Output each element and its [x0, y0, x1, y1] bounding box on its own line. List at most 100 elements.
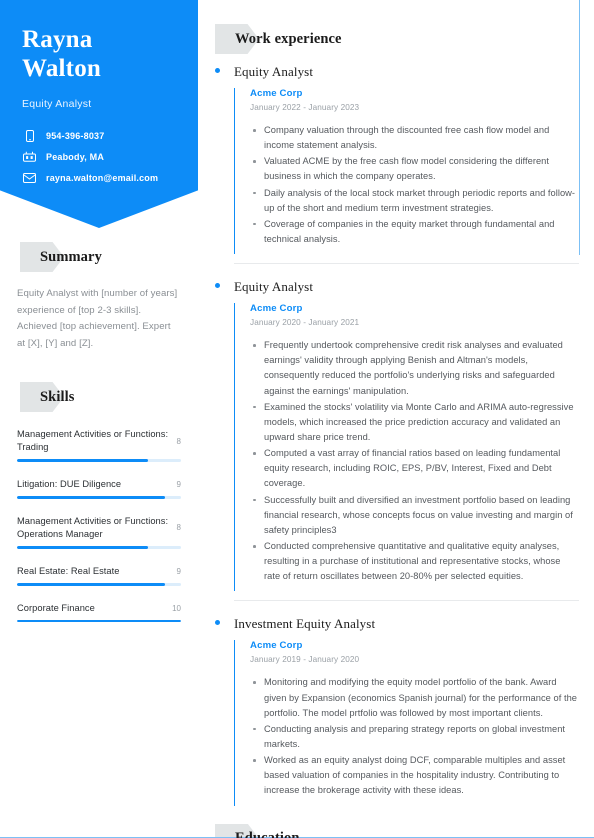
summary-heading-label: Summary — [40, 248, 102, 265]
skill-name: Litigation: DUE Diligence — [17, 478, 122, 489]
entry-company[interactable]: Acme Corp — [250, 640, 579, 651]
envelope-icon — [22, 171, 37, 184]
summary-section: Summary Equity Analyst with [number of y… — [17, 242, 181, 352]
contact-email[interactable]: rayna.walton@email.com — [22, 171, 178, 184]
skill-bar-fill — [17, 459, 149, 462]
education-heading-label: Education — [235, 830, 300, 838]
entry-bullet: Coverage of companies in the equity mark… — [250, 217, 579, 247]
skill-bar-fill — [17, 496, 165, 499]
entry-divider — [234, 600, 579, 602]
entry-bullet: Conducted comprehensive quantitative and… — [250, 539, 579, 584]
skill-bar-fill — [17, 582, 165, 586]
entry-bullets: Monitoring and modifying the equity mode… — [250, 675, 579, 798]
entry-bullet: Valuated ACME by the free cash flow mode… — [250, 154, 579, 184]
skill-name: Management Activities or Functions: Trad… — [17, 429, 169, 453]
entry-bullet: Worked as an equity analyst doing DCF, c… — [250, 753, 579, 798]
entry-dates: January 2020 - January 2021 — [250, 318, 360, 328]
entry-dates: January 2019 - January 2020 — [250, 655, 360, 665]
sidebar: Rayna Walton Equity Analyst 954-396-8037 — [0, 0, 198, 838]
skill-item: Litigation: DUE Diligence 9 — [17, 478, 181, 499]
entry-bullets: Company valuation through the discounted… — [250, 123, 579, 247]
entry-title: Equity Analyst — [234, 279, 314, 295]
skill-header: Litigation: DUE Diligence 9 — [17, 478, 181, 491]
skills-heading: Skills — [20, 382, 181, 412]
candidate-job-title: Equity Analyst — [22, 98, 92, 110]
contact-location-value: Peabody, MA — [46, 151, 105, 162]
skill-name: Corporate Finance — [17, 602, 95, 613]
entry-bullet: Company valuation through the discounted… — [250, 123, 579, 153]
candidate-name: Rayna Walton — [22, 26, 178, 83]
skill-item: Corporate Finance 10 — [17, 602, 181, 623]
sidebar-sections: Summary Equity Analyst with [number of y… — [0, 242, 198, 623]
contact-list: 954-396-8037 Peabody, MA rayna.walton@em… — [22, 129, 178, 184]
entry-company[interactable]: Acme Corp — [250, 88, 579, 99]
skill-header: Management Activities or Functions: Trad… — [17, 428, 181, 454]
work-experience-heading: Work experience — [215, 24, 579, 54]
skills-heading-label: Skills — [40, 388, 75, 405]
entry-bullet: Conducting analysis and preparing strate… — [250, 722, 579, 752]
work-experience-heading-label: Work experience — [235, 30, 342, 47]
skill-score: 9 — [176, 566, 181, 576]
phone-icon — [22, 129, 37, 142]
skill-header: Real Estate: Real Estate 9 — [17, 565, 181, 578]
skill-score: 10 — [172, 603, 181, 613]
first-name: Rayna — [22, 26, 93, 53]
entry-bullet: Computed a vast array of financial ratio… — [250, 446, 579, 491]
skill-score: 8 — [176, 436, 181, 446]
summary-heading: Summary — [20, 242, 181, 272]
entry-dates: January 2022 - January 2023 — [250, 103, 360, 112]
resume-page: Rayna Walton Equity Analyst 954-396-8037 — [0, 0, 594, 838]
entry-company[interactable]: Acme Corp — [250, 303, 579, 314]
skill-bar-fill — [17, 619, 181, 623]
page-right-rule — [579, 0, 580, 255]
entry-title-row: Equity Analyst — [215, 64, 579, 80]
experience-entry: Investment Equity Analyst Acme Corp Januar… — [215, 610, 579, 806]
work-experience-list: Equity Analyst Acme Corp January 2022 - Ja… — [215, 58, 579, 806]
entry-body: Acme Corp January 2019 - January 2020 Moni… — [234, 640, 579, 806]
skill-header: Management Activities or Functions: Oper… — [17, 515, 181, 541]
profile-header: Rayna Walton Equity Analyst 954-396-8037 — [0, 0, 198, 228]
skill-score: 8 — [176, 523, 181, 533]
summary-text: Equity Analyst with [number of years] ex… — [17, 288, 178, 349]
entry-title-row: Equity Analyst — [215, 279, 579, 295]
skill-name: Management Activities or Functions: Oper… — [17, 515, 169, 539]
contact-email-value: rayna.walton@email.com — [46, 172, 159, 183]
contact-phone-value: 954-396-8037 — [46, 130, 105, 141]
skill-bar-track — [17, 546, 181, 549]
last-name: Walton — [22, 54, 101, 82]
experience-entry: Equity Analyst Acme Corp January 2022 - Ja… — [215, 58, 579, 255]
entry-divider — [234, 263, 579, 265]
skill-name: Real Estate: Real Estate — [17, 565, 120, 576]
skill-item: Management Activities or Functions: Trad… — [17, 428, 181, 462]
entry-bullet: Daily analysis of the local stock market… — [250, 186, 579, 216]
bullet-dot-icon — [215, 68, 220, 73]
skill-bar-track — [17, 496, 181, 499]
entry-body: Acme Corp January 2020 - January 2021 Freq… — [234, 303, 579, 592]
education-heading: Education — [215, 823, 579, 838]
skill-item: Management Activities or Functions: Oper… — [17, 515, 181, 549]
contact-location[interactable]: Peabody, MA — [22, 150, 178, 163]
entry-title-row: Investment Equity Analyst — [215, 616, 579, 632]
skill-bar-track — [17, 619, 181, 623]
contact-phone[interactable]: 954-396-8037 — [22, 129, 178, 142]
skill-bar-track — [17, 459, 181, 462]
bullet-dot-icon — [215, 620, 220, 626]
main-content: Work experience Equity Analyst Acme Corp J… — [215, 0, 579, 838]
experience-entry: Equity Analyst Acme Corp January 2020 - Ja… — [215, 273, 579, 592]
entry-bullet: Successfully built and diversified an in… — [250, 493, 579, 538]
entry-title: Equity Analyst — [234, 64, 314, 79]
skill-header: Corporate Finance 10 — [17, 602, 181, 615]
skill-item: Real Estate: Real Estate 9 — [17, 565, 181, 586]
entry-bullets: Frequently undertook comprehensive credi… — [250, 338, 579, 584]
skills-list: Management Activities or Functions: Trad… — [17, 428, 181, 623]
skill-bar-fill — [17, 546, 149, 549]
entry-bullet: Examined the stocks' volatility via Mont… — [250, 400, 579, 445]
entry-body: Acme Corp January 2022 - January 2023 Comp… — [234, 88, 579, 255]
entry-title: Investment Equity Analyst — [234, 616, 376, 632]
skills-section: Skills Management Activities or Function… — [17, 382, 181, 623]
entry-bullet: Monitoring and modifying the equity mode… — [250, 675, 579, 720]
mailbox-icon — [22, 150, 37, 163]
skill-score: 9 — [176, 480, 181, 490]
bullet-dot-icon — [215, 283, 220, 289]
entry-bullet: Frequently undertook comprehensive credi… — [250, 338, 579, 399]
